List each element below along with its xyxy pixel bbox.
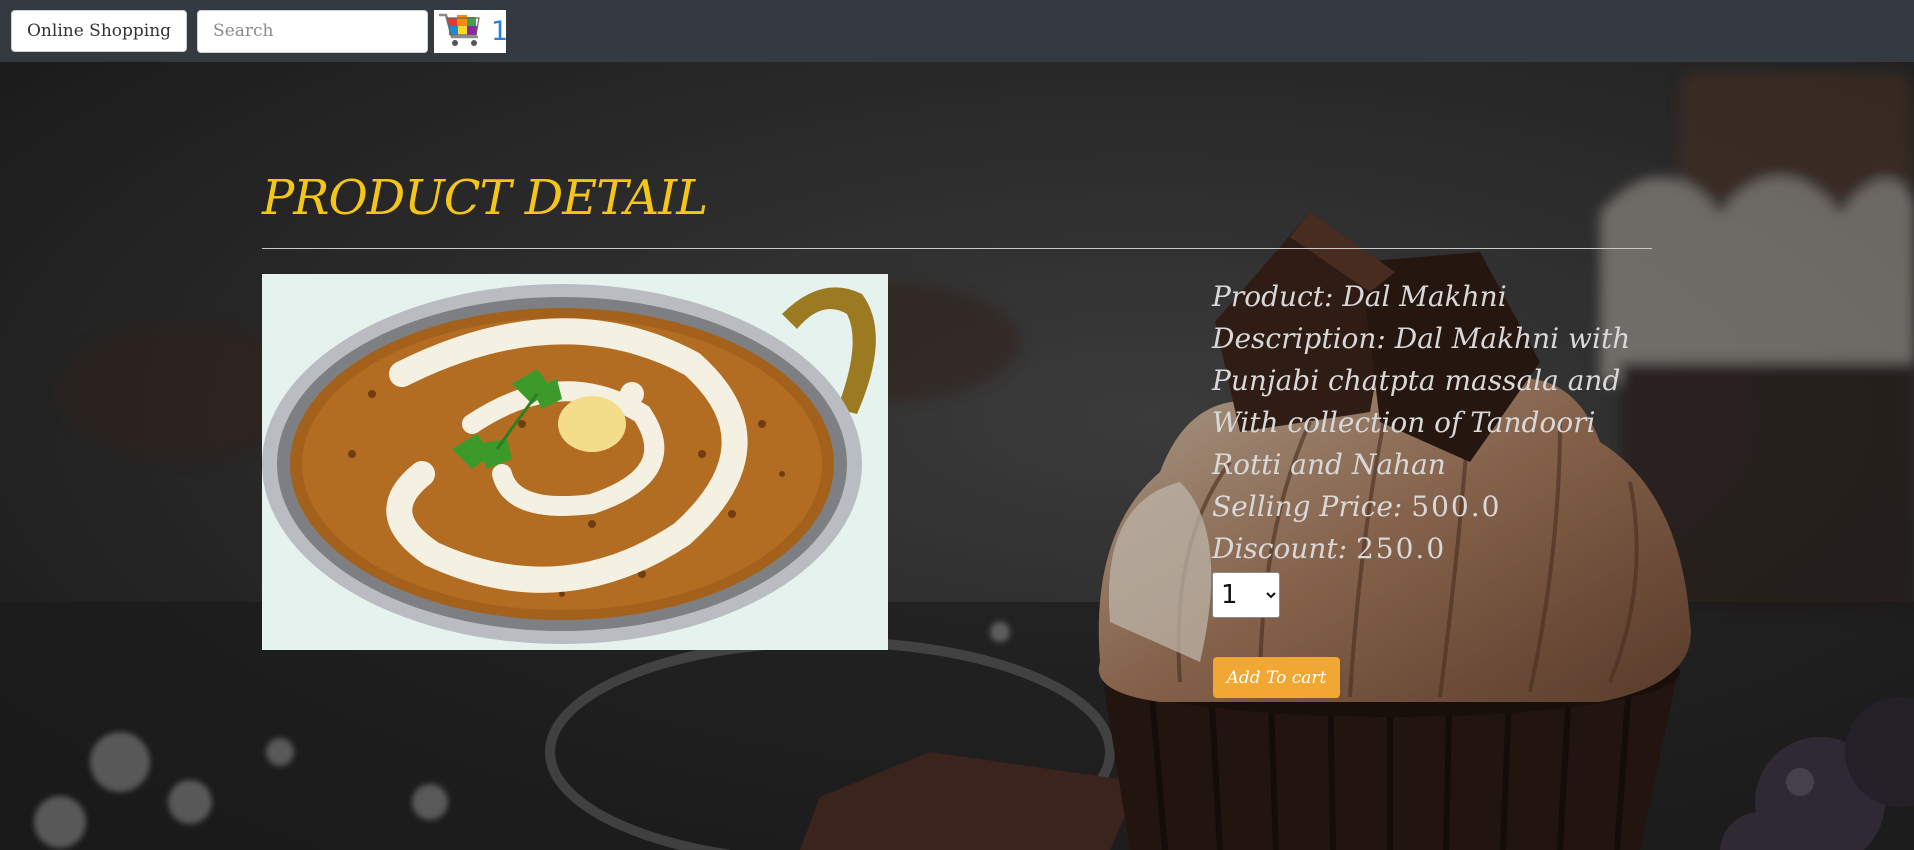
brand-button[interactable]: Online Shopping [11, 10, 188, 52]
product-name: Dal Makhni [1342, 280, 1507, 313]
hero-section: PRODUCT DETAIL Product: Dal Makhni Descr… [0, 62, 1914, 850]
product-price-line: Selling Price: 500.0 [1212, 486, 1662, 528]
dal-makhni-dish-image [262, 274, 888, 650]
product-price: 500.0 [1411, 490, 1502, 523]
product-details: Product: Dal Makhni Description: Dal Mak… [1212, 276, 1662, 618]
navbar: Online Shopping 1 [0, 0, 1914, 62]
cart-count-badge: 1 [491, 15, 509, 47]
product-discount-line: Discount: 250.0 [1212, 528, 1662, 570]
product-discount: 250.0 [1355, 532, 1447, 565]
shopping-cart-icon [437, 9, 487, 53]
title-divider [262, 248, 1652, 249]
product-price-label: Selling Price: [1212, 490, 1412, 523]
product-name-label: Product: [1212, 280, 1343, 313]
product-description-line: Description: Dal Makhni with Punjabi cha… [1212, 318, 1662, 486]
quantity-select[interactable]: 1 [1212, 572, 1280, 618]
add-to-cart-button[interactable]: Add To cart [1213, 657, 1340, 698]
product-description-label: Description: [1212, 322, 1395, 355]
product-discount-label: Discount: [1212, 532, 1356, 565]
product-name-line: Product: Dal Makhni [1212, 276, 1662, 318]
page-title: PRODUCT DETAIL [262, 170, 708, 226]
search-input[interactable] [197, 9, 429, 53]
cart-link[interactable]: 1 [434, 9, 509, 53]
